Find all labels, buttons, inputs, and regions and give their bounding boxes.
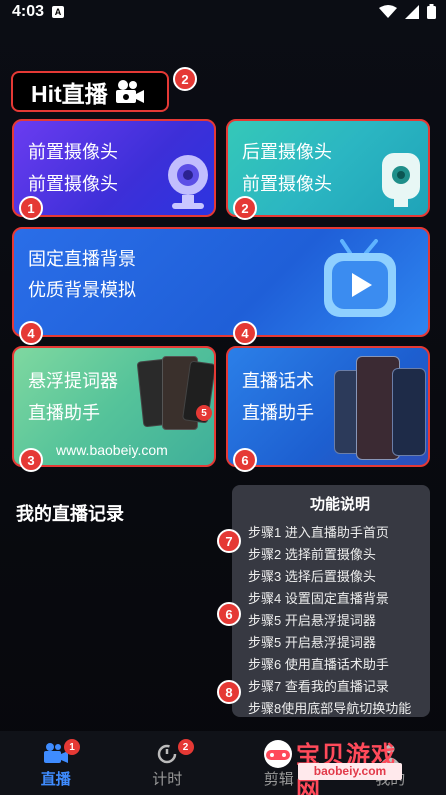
- teleprompter-badge: 3: [19, 448, 43, 472]
- status-time: 4:03: [12, 3, 45, 20]
- wifi-icon: [379, 4, 397, 18]
- fixed-background-card[interactable]: 固定直播背景 优质背景模拟: [12, 227, 430, 337]
- live-script-subtitle: 直播助手: [242, 403, 314, 423]
- help-step: 步骤5 开启悬浮提词器: [248, 635, 376, 650]
- back-camera-title: 后置摄像头: [242, 142, 332, 162]
- teleprompter-url: www.baobeiy.com: [56, 442, 168, 458]
- help-panel: 功能说明 步骤1 进入直播助手首页 步骤2 选择前置摄像头 步骤3 选择后置摄像…: [232, 485, 430, 717]
- front-camera-card[interactable]: 前置摄像头 前置摄像头: [12, 119, 216, 217]
- system-icons: [379, 4, 436, 19]
- tab-timer-badge: 2: [177, 739, 194, 755]
- back-camera-card[interactable]: 后置摄像头 前置摄像头: [226, 119, 430, 217]
- help-badge-7: 7: [217, 529, 241, 553]
- timer-icon: [158, 744, 177, 764]
- app-title: Hit直播: [11, 71, 169, 112]
- help-badge-6: 6: [217, 602, 241, 626]
- video-camera-icon: [115, 79, 144, 103]
- background-badge-left: 4: [19, 321, 43, 345]
- live-phone-image: [330, 356, 428, 464]
- tv-play-icon: [324, 239, 396, 317]
- help-title: 功能说明: [309, 496, 370, 513]
- back-camera-subtitle: 前置摄像头: [242, 174, 332, 194]
- teleprompter-inner-badge: 5: [196, 405, 212, 421]
- teleprompter-title: 悬浮提词器: [28, 371, 118, 391]
- help-step: 步骤1 进入直播助手首页: [248, 525, 389, 540]
- help-step: 步骤4 设置固定直播背景: [248, 591, 389, 606]
- background-badge-right: 4: [233, 321, 257, 345]
- tab-timer[interactable]: 计时 2: [112, 731, 224, 795]
- help-step: 步骤3 选择后置摄像头: [248, 569, 376, 584]
- phone-screens-image: [126, 356, 214, 436]
- status-bar: 4:03 A: [0, 0, 446, 28]
- tab-timer-label: 计时: [152, 771, 183, 788]
- watermark-url: baobeiy.com: [298, 763, 402, 780]
- tab-live-badge: 1: [64, 739, 80, 755]
- fixed-background-subtitle: 优质背景模拟: [28, 280, 136, 300]
- help-step: 步骤7 查看我的直播记录: [248, 679, 389, 694]
- teleprompter-subtitle: 直播助手: [28, 403, 100, 423]
- tab-live[interactable]: 直播 1: [0, 731, 112, 795]
- front-camera-badge: 1: [19, 196, 43, 220]
- fixed-background-title: 固定直播背景: [28, 249, 136, 269]
- help-step: 步骤8使用底部导航切换功能: [248, 701, 412, 716]
- my-live-records-title: 我的直播记录: [16, 504, 124, 524]
- live-script-card[interactable]: 直播话术 直播助手: [226, 346, 430, 467]
- front-camera-subtitle: 前置摄像头: [28, 174, 118, 194]
- webcam-icon: [168, 155, 208, 209]
- security-camera-icon: [382, 153, 420, 207]
- teleprompter-card[interactable]: 悬浮提词器 直播助手 www.baobeiy.com: [12, 346, 216, 467]
- watermark: 宝贝游戏网 baobeiy.com: [258, 735, 418, 795]
- front-camera-title: 前置摄像头: [28, 142, 118, 162]
- live-script-badge: 6: [233, 448, 257, 472]
- help-step: 步骤6 使用直播话术助手: [248, 657, 389, 672]
- help-badge-8: 8: [217, 680, 241, 704]
- back-camera-badge: 2: [233, 196, 257, 220]
- tab-live-label: 直播: [40, 771, 71, 788]
- help-step: 步骤2 选择前置摄像头: [248, 547, 376, 562]
- app-title-text: Hit直播: [31, 80, 108, 107]
- battery-icon: [427, 4, 436, 19]
- gamepad-logo-icon: [264, 740, 292, 768]
- notification-icon: A: [52, 6, 64, 18]
- help-step: 步骤5 开启悬浮提词器: [248, 613, 376, 628]
- signal-icon: [405, 4, 419, 19]
- live-script-title: 直播话术: [242, 371, 314, 391]
- header-badge: 2: [173, 67, 197, 91]
